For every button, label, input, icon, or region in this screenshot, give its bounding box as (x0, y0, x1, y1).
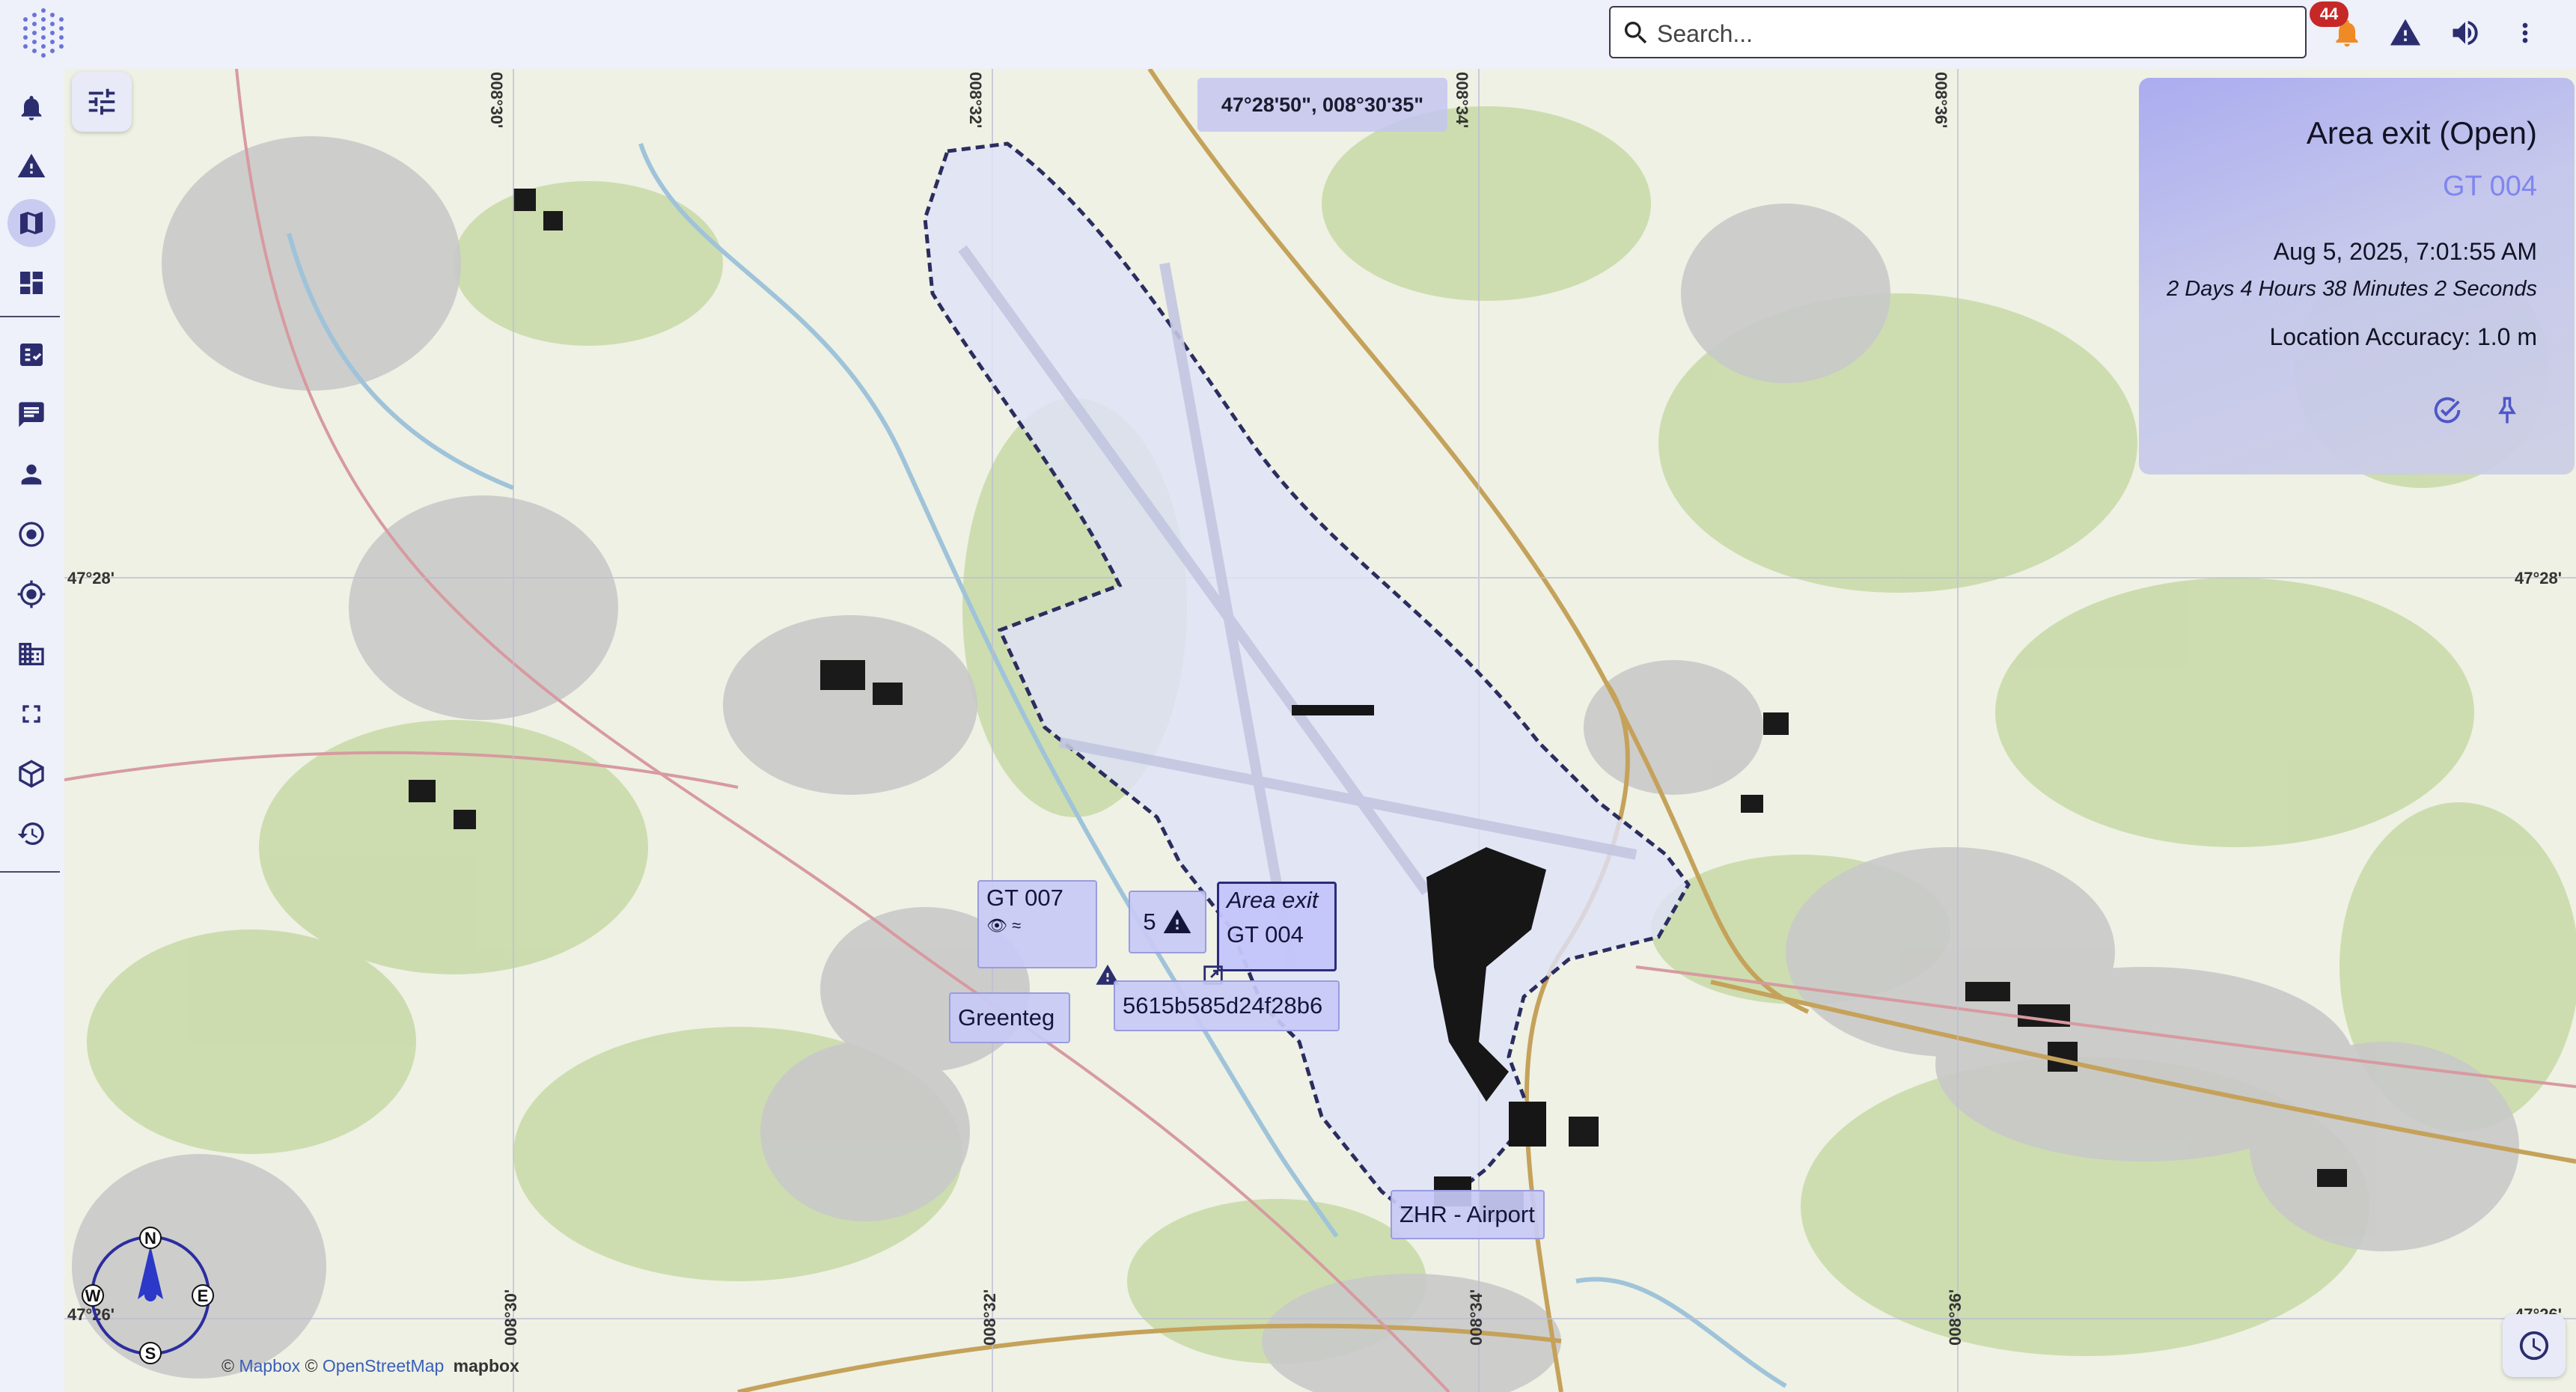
compass-east-label: E (198, 1286, 209, 1305)
compass-south-label: S (145, 1344, 156, 1363)
map-icon (19, 212, 43, 234)
search-input[interactable] (1655, 15, 2295, 52)
history-icon (17, 822, 44, 845)
map-filter-button[interactable] (72, 72, 132, 132)
sidebar-item-messages[interactable] (7, 391, 55, 439)
map-edge-label: 008°32' (980, 1289, 999, 1346)
sidebar-item-map[interactable] (7, 199, 55, 247)
notification-count-badge: 44 (2310, 1, 2348, 27)
top-bar: 44 (0, 0, 2576, 66)
map-edge-label: 008°36' (1932, 72, 1950, 129)
alert-detail-panel: Area exit (Open) GT 004 Aug 5, 2025, 7:0… (2139, 78, 2575, 474)
person-icon (21, 464, 42, 485)
sidebar-divider (0, 871, 60, 873)
eye-icon: 👁 (986, 916, 1007, 935)
more-menu-button[interactable] (2504, 12, 2546, 54)
openstreetmap-link[interactable]: OpenStreetMap (323, 1356, 444, 1376)
device-label: GT 007 (986, 885, 1063, 911)
sidebar-item-history[interactable] (7, 810, 55, 858)
warning-icon (1163, 909, 1191, 933)
site-marker-zhr-airport[interactable]: ZHR - Airport (1391, 1190, 1545, 1239)
chat-icon (19, 402, 44, 427)
device-label: GT 004 (1227, 921, 1304, 947)
cube-icon (19, 760, 44, 788)
alert-type-label: Area exit (1227, 887, 1319, 913)
map-edge-label: 008°34' (1467, 1289, 1486, 1346)
building-icon (19, 643, 44, 665)
acknowledge-button[interactable] (2426, 389, 2468, 431)
device-id-label[interactable]: 5615b585d24f28b6 (1114, 980, 1340, 1031)
alerts-button[interactable] (2384, 12, 2426, 54)
sidebar-item-assets[interactable] (7, 750, 55, 798)
compass-north-label: N (144, 1229, 156, 1248)
time-control-button[interactable] (2503, 1314, 2566, 1377)
clock-icon (2519, 1331, 2549, 1361)
map-edge-label: 008°36' (1946, 1289, 1965, 1346)
site-marker-greenteg[interactable]: Greenteg (949, 992, 1070, 1043)
left-sidebar (0, 66, 64, 1392)
sidebar-item-targets[interactable] (7, 510, 55, 558)
map-edge-label: 008°30' (487, 72, 506, 129)
area-exit-alert-marker[interactable]: Area exit GT 004 (1217, 882, 1337, 971)
compass-west-label: W (85, 1286, 101, 1305)
more-vert-icon (2522, 22, 2528, 43)
sidebar-item-dashboard[interactable] (7, 259, 55, 307)
search-icon (1624, 22, 1647, 44)
sidebar-item-sites[interactable] (7, 630, 55, 678)
check-circle-icon (2434, 397, 2461, 424)
sidebar-divider (0, 316, 60, 317)
location-accuracy: Location Accuracy: 1.0 m (2269, 323, 2537, 350)
cluster-count: 5 (1143, 909, 1156, 935)
alert-device-link[interactable]: GT 004 (2443, 171, 2537, 203)
tune-icon (88, 88, 115, 115)
warning-icon (17, 153, 46, 177)
alert-datetime: Aug 5, 2025, 7:01:55 AM (2273, 238, 2537, 265)
alert-title: Area exit (Open) (2306, 115, 2537, 150)
map-edge-label: 47°28' (67, 569, 115, 587)
sidebar-item-notifications[interactable] (7, 84, 55, 132)
device-marker-gt007[interactable]: GT 007 👁 ≈ (977, 880, 1097, 968)
warning-icon (2390, 19, 2421, 46)
gps-fixed-icon (17, 580, 46, 608)
sound-button[interactable] (2444, 12, 2486, 54)
pin-button[interactable] (2486, 389, 2528, 431)
dashboard-icon (20, 272, 43, 294)
target-icon (19, 522, 44, 547)
sidebar-item-users[interactable] (7, 451, 55, 498)
map-edge-label: 008°30' (501, 1289, 520, 1346)
map-attribution: © Mapbox © OpenStreetMap mapbox (222, 1356, 519, 1376)
mapbox-logo[interactable]: mapbox (454, 1356, 519, 1376)
device-status-icons: 👁 ≈ (986, 916, 1088, 935)
sidebar-item-zones[interactable] (7, 690, 55, 738)
map-edge-label: 47°28' (2515, 569, 2562, 587)
bell-icon (21, 96, 42, 120)
fullscreen-icon (22, 705, 40, 723)
wifi-off-icon: ≈ (1012, 916, 1022, 935)
search-box[interactable] (1609, 6, 2307, 58)
mapbox-link[interactable]: Mapbox (239, 1356, 300, 1376)
pin-icon (2498, 397, 2516, 424)
map-edge-label: 008°34' (1453, 72, 1471, 129)
sidebar-item-tasks[interactable] (7, 331, 55, 379)
alert-cluster-marker[interactable]: 5 (1129, 891, 1206, 953)
task-list-icon (20, 344, 43, 366)
sidebar-item-alerts[interactable] (7, 142, 55, 190)
compass-control[interactable]: N E S W (79, 1224, 222, 1367)
coordinate-readout: 47°28'50", 008°30'35" (1197, 78, 1447, 132)
sidebar-item-locate[interactable] (7, 570, 55, 618)
app-logo[interactable] (13, 4, 73, 64)
alert-elapsed-time: 2 Days 4 Hours 38 Minutes 2 Seconds (2167, 277, 2537, 301)
volume-icon (2453, 20, 2478, 46)
map-edge-label: 008°32' (966, 72, 985, 129)
